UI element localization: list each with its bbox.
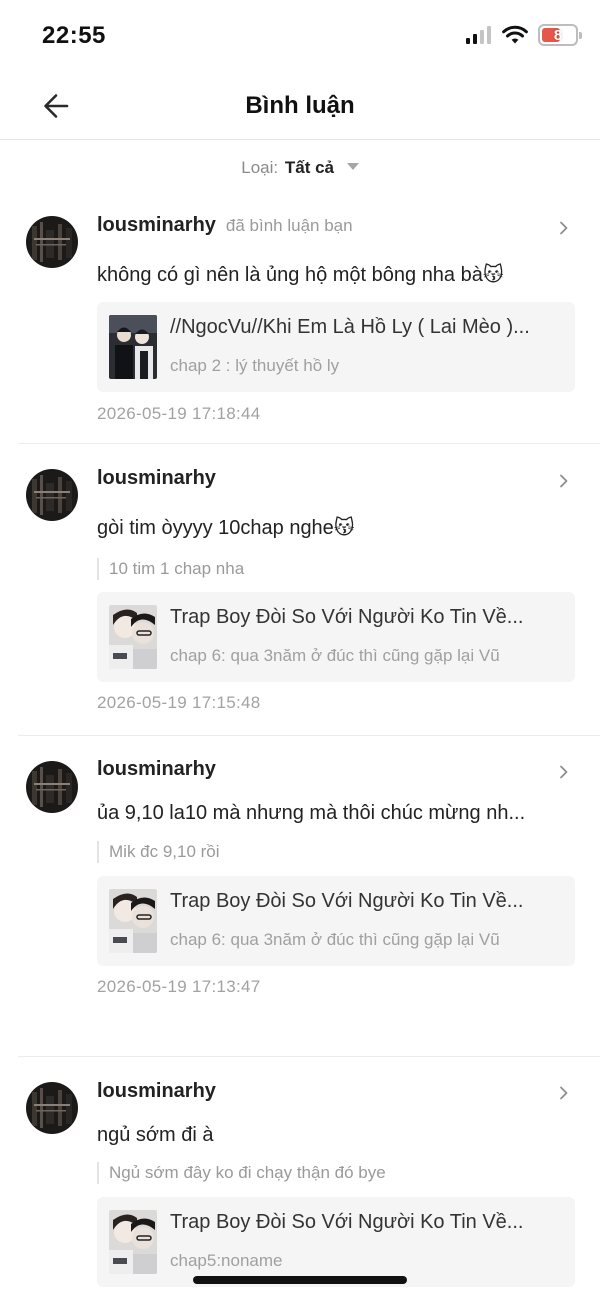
comment-username[interactable]: lousminarhy [97,1080,216,1103]
story-chapter: chap 6: qua 3năm ở đúc thì cũng gặp lại … [170,930,500,949]
comment-text: gòi tim òyyyy 10chap nghe😽 [97,517,355,539]
chevron-right-icon[interactable] [556,764,572,780]
story-chapter: chap 2 : lý thuyết hồ ly [170,356,340,375]
reply-quote: Mik đc 9,10 rồi [97,841,220,863]
story-thumbnail [109,1210,157,1274]
story-card[interactable]: //NgocVu//Khi Em Là Hồ Ly ( Lai Mèo )...… [97,302,575,392]
comment-text: ngủ sớm đi à [97,1124,214,1146]
chevron-right-icon[interactable] [556,220,572,236]
comment-text: không có gì nên là ủng hộ một bông nha b… [97,264,504,286]
comment-text: ủa 9,10 la10 mà nhưng mà thôi chúc mừng … [97,802,526,824]
wifi-icon [502,25,528,44]
comment-username[interactable]: lousminarhy đã bình luận bạn [97,214,353,237]
story-title: Trap Boy Đòi So Với Người Ko Tin Về... [170,606,524,628]
status-icons: 8 [466,24,582,46]
comment-timestamp: 2026-05-19 17:15:48 [97,693,261,712]
battery-icon: 8 [538,24,582,46]
avatar[interactable] [26,469,78,521]
story-chapter: chap 6: qua 3năm ở đúc thì cũng gặp lại … [170,646,500,665]
status-time: 22:55 [42,22,106,49]
username-text: lousminarhy [97,1080,216,1102]
story-chapter: chap5:noname [170,1251,283,1270]
battery-cap [579,32,582,39]
story-thumbnail [109,605,157,669]
username-text: lousminarhy [97,758,216,780]
nav-bar: Bình luận [0,72,600,140]
divider [18,443,600,444]
comment-username[interactable]: lousminarhy [97,467,216,490]
reply-quote: Ngủ sớm đây ko đi chạy thận đó bye [97,1162,386,1184]
story-thumbnail [109,889,157,953]
username-text: lousminarhy [97,467,216,489]
story-title: Trap Boy Đòi So Với Người Ko Tin Về... [170,890,524,912]
cellular-signal-icon [466,26,491,44]
comment-timestamp: 2026-05-19 17:18:44 [97,404,261,423]
story-card[interactable]: Trap Boy Đòi So Với Người Ko Tin Về... c… [97,592,575,682]
avatar[interactable] [26,216,78,268]
filter-label: Loại: [241,158,279,177]
story-card[interactable]: Trap Boy Đòi So Với Người Ko Tin Về... c… [97,876,575,966]
comment-username[interactable]: lousminarhy [97,758,216,781]
battery-level: 8 [553,26,563,44]
story-title: Trap Boy Đòi So Với Người Ko Tin Về... [170,1211,524,1233]
caret-down-icon [346,163,359,170]
story-card[interactable]: Trap Boy Đòi So Với Người Ko Tin Về... c… [97,1197,575,1287]
avatar[interactable] [26,1082,78,1134]
username-text: lousminarhy [97,214,216,236]
chevron-right-icon[interactable] [556,473,572,489]
status-bar: 22:55 8 [0,0,600,72]
home-indicator [193,1276,407,1284]
divider [18,735,600,736]
story-title: //NgocVu//Khi Em Là Hồ Ly ( Lai Mèo )... [170,316,530,338]
chevron-right-icon[interactable] [556,1085,572,1101]
comment-action: đã bình luận bạn [225,216,353,235]
page-title: Bình luận [245,92,355,119]
story-thumbnail [109,315,157,379]
avatar[interactable] [26,761,78,813]
filter-dropdown[interactable]: Loại: Tất cả [0,158,600,178]
filter-value: Tất cả [284,158,334,177]
divider [18,1056,600,1057]
reply-quote: 10 tim 1 chap nha [97,558,244,580]
comment-timestamp: 2026-05-19 17:13:47 [97,977,261,996]
